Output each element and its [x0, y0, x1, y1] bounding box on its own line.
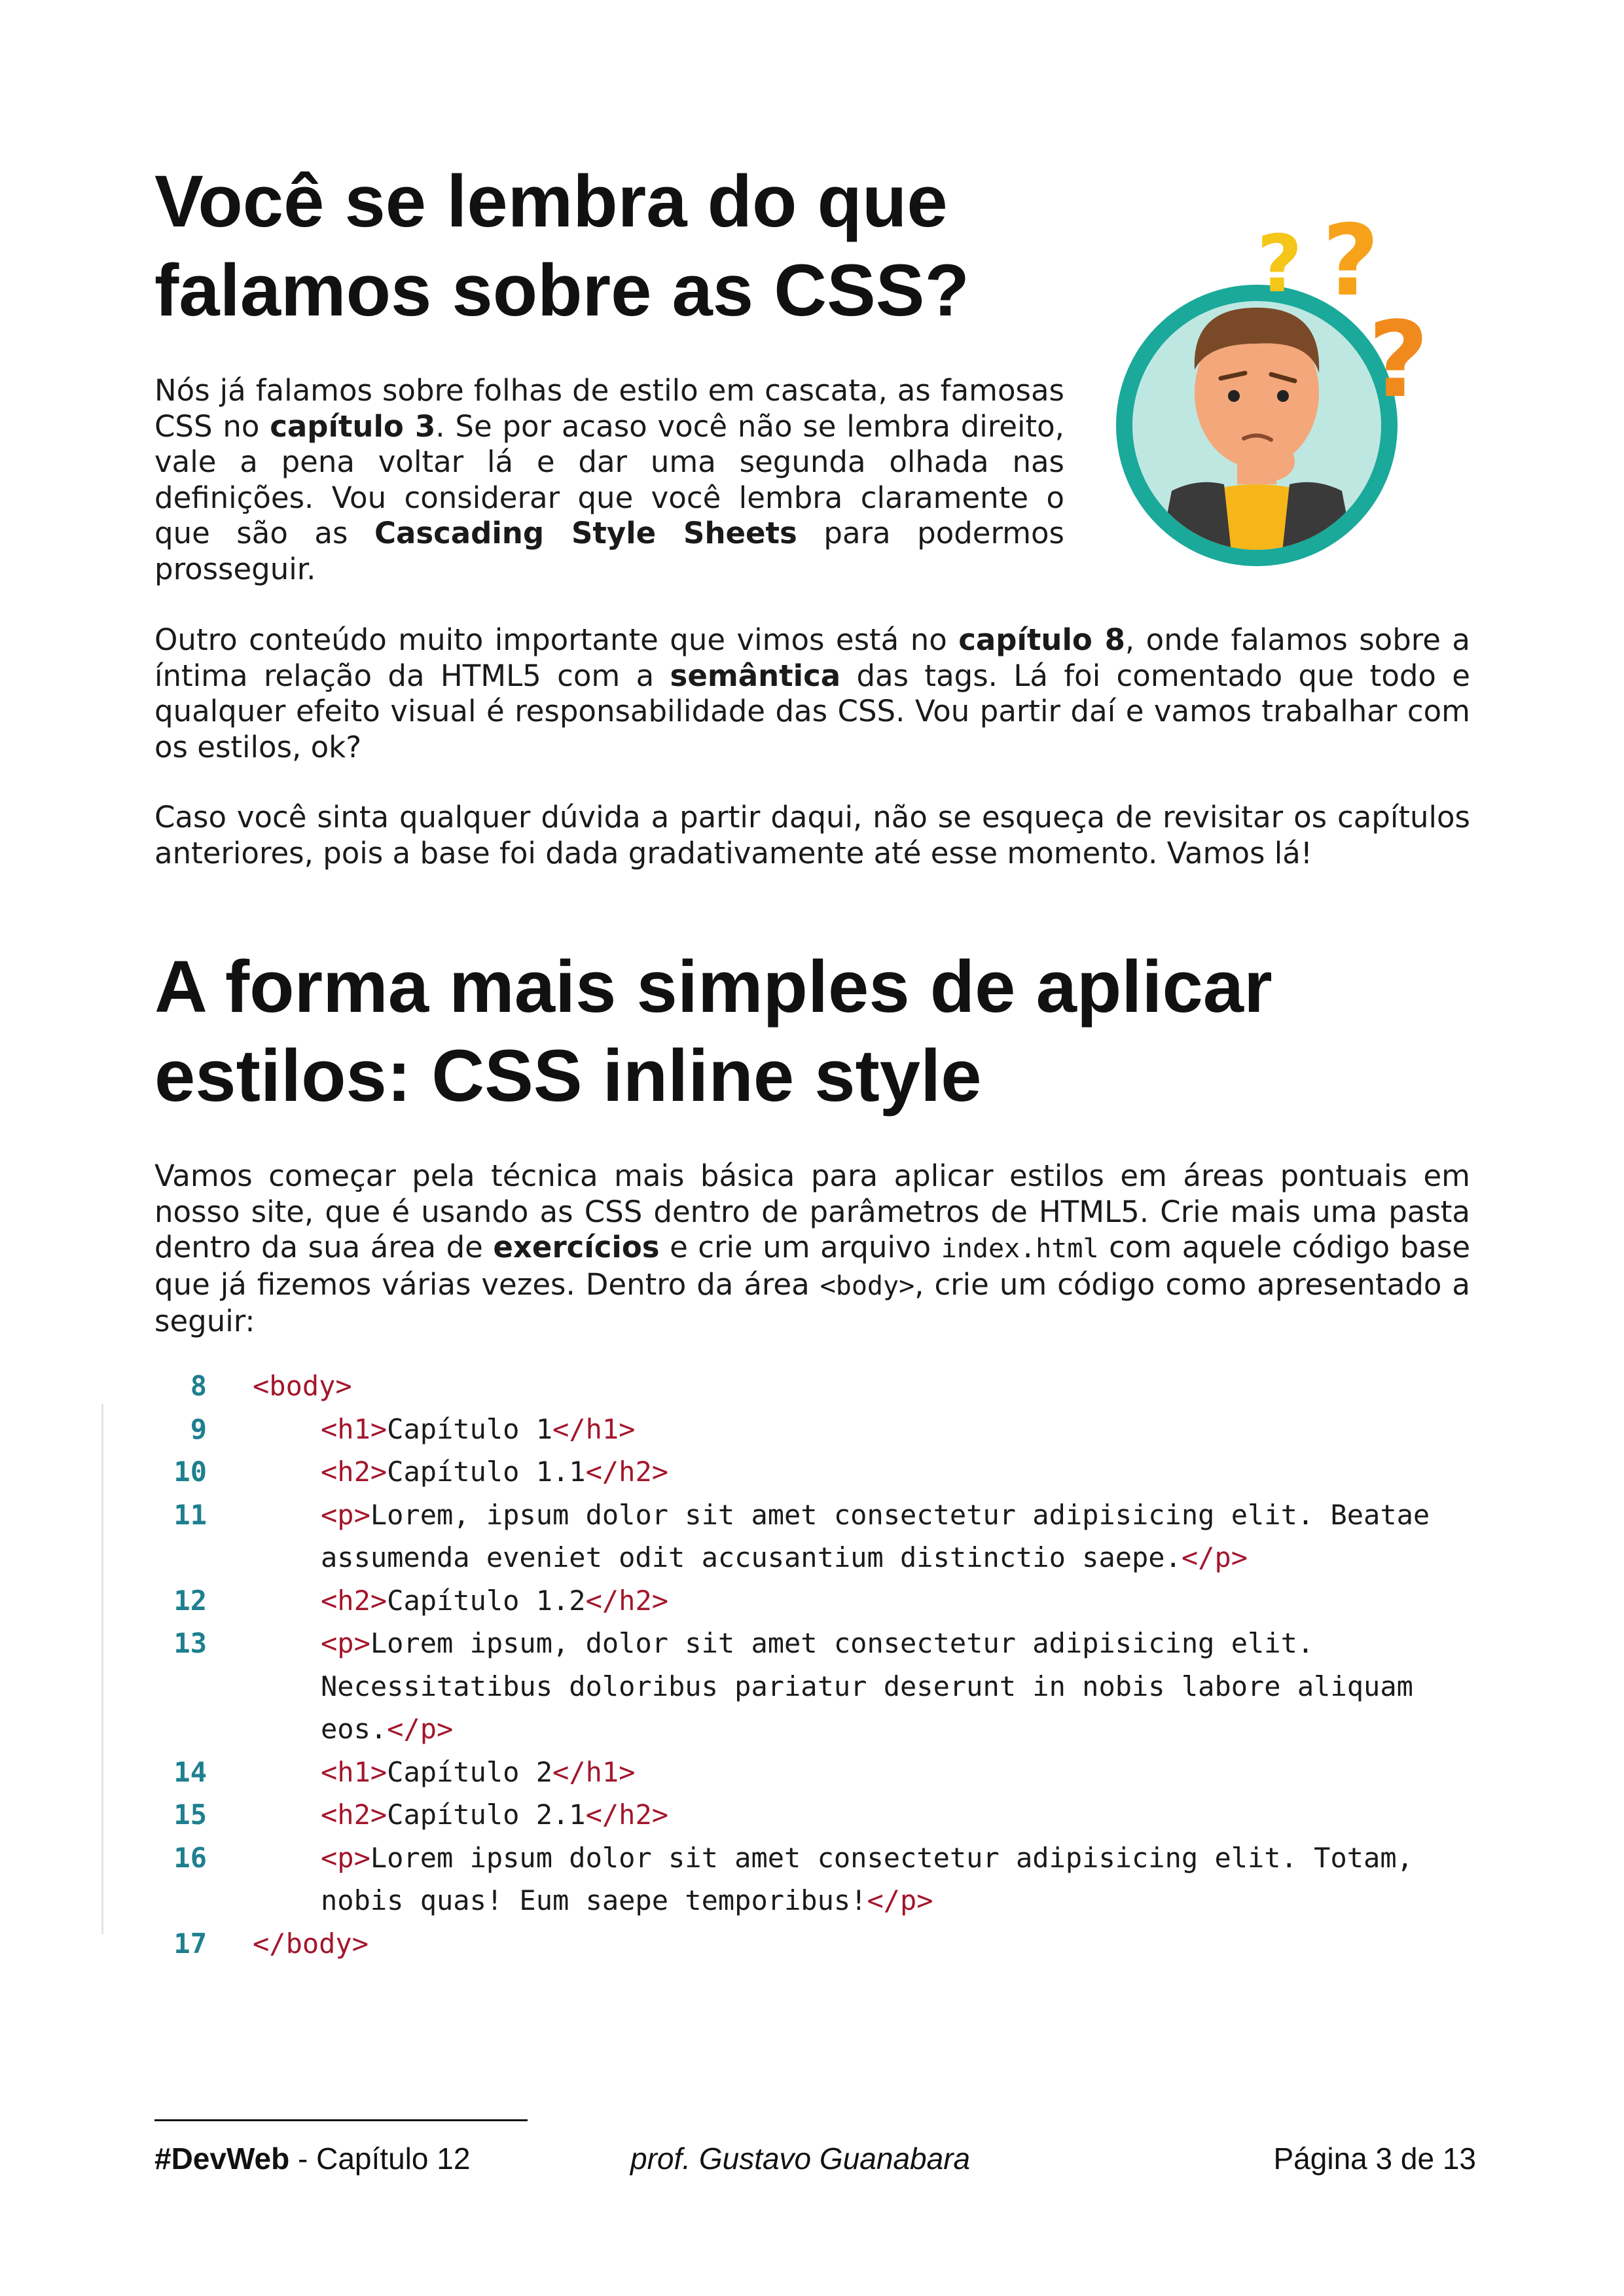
code-tag: <h1>: [321, 1755, 388, 1788]
code-content: <h2>Capítulo 1.2</h2>: [321, 1579, 668, 1623]
code-tag: </h2>: [585, 1456, 669, 1488]
code-line: 15 <h2>Capítulo 2.1</h2>: [154, 1793, 1470, 1837]
indent-guide: [101, 1404, 103, 1934]
code-tag: </p>: [387, 1713, 454, 1745]
line-number: 11: [173, 1498, 207, 1531]
code-content: Necessitatibus doloribus pariatur deseru…: [321, 1665, 1413, 1708]
title-line: estilos: CSS inline style: [154, 1035, 982, 1117]
section-title-css-recap: Você se lembra do que falamos sobre as C…: [154, 157, 969, 335]
code-content: <h1>Capítulo 1</h1>: [321, 1408, 635, 1451]
code-text: Capítulo 2: [387, 1755, 553, 1788]
footer-chapter: - Capítulo 12: [289, 2142, 471, 2176]
line-number: 10: [173, 1456, 207, 1488]
code-content: <body>: [253, 1365, 352, 1408]
code-line: 12 <h2>Capítulo 1.2</h2>: [154, 1579, 1470, 1623]
footer-author: prof. Gustavo Guanabara: [630, 2142, 971, 2176]
code-tag: </p>: [867, 1884, 933, 1916]
code-text: Capítulo 1: [387, 1412, 553, 1445]
code-text: Lorem, ipsum dolor sit amet consectetur …: [370, 1498, 1430, 1531]
code-line: 11 <p>Lorem, ipsum dolor sit amet consect…: [154, 1494, 1470, 1537]
line-number: 14: [173, 1755, 207, 1788]
svg-text:?: ?: [1368, 298, 1429, 421]
code-tag: <p>: [321, 1627, 370, 1659]
line-number: 15: [173, 1799, 207, 1831]
footer-course: #DevWeb - Capítulo 12: [154, 2139, 470, 2178]
code-line: 13 <p>Lorem ipsum, dolor sit amet consect…: [154, 1622, 1470, 1665]
code-tag: <h2>: [321, 1799, 388, 1831]
bold-run: Cascading Style Sheets: [374, 516, 797, 550]
code-tag: <p>: [321, 1841, 370, 1874]
title-line: A forma mais simples de aplicar: [154, 946, 1272, 1028]
svg-text:?: ?: [1257, 219, 1303, 310]
code-text: assumenda eveniet odit accusantium disti…: [321, 1541, 1182, 1573]
code-text: Lorem ipsum dolor sit amet consectetur a…: [370, 1841, 1413, 1874]
code-line: 10 <h2>Capítulo 1.1</h2>: [154, 1450, 1470, 1494]
inline-code: <body>: [820, 1270, 915, 1301]
code-line: Necessitatibus doloribus pariatur deseru…: [154, 1665, 1470, 1708]
paragraph-inline-intro: Vamos começar pela técnica mais básica p…: [154, 1158, 1470, 1340]
title-line: falamos sobre as CSS?: [154, 249, 969, 331]
code-tag: </h2>: [585, 1799, 669, 1831]
code-text: Capítulo 1.1: [387, 1456, 586, 1488]
code-content: <p>Lorem, ipsum dolor sit amet consectet…: [321, 1494, 1430, 1537]
line-number: 13: [173, 1627, 207, 1659]
code-line: eos.</p>: [154, 1708, 1470, 1751]
code-line: 17 </body>: [154, 1922, 1470, 1965]
line-number: 9: [190, 1412, 207, 1445]
code-content: eos.</p>: [321, 1708, 453, 1751]
paragraph-previous-chapters: Caso você sinta qualquer dúvida a partir…: [154, 800, 1470, 870]
code-tag: </p>: [1181, 1541, 1248, 1573]
code-content: <p>Lorem ipsum, dolor sit amet consectet…: [321, 1622, 1314, 1665]
code-line: 16 <p>Lorem ipsum dolor sit amet consecte…: [154, 1837, 1470, 1880]
text-run: e crie um arquivo: [659, 1230, 941, 1265]
code-line: 8 <body>: [154, 1365, 1470, 1408]
code-content: </body>: [253, 1922, 369, 1965]
line-number: 12: [173, 1584, 207, 1617]
footer-brand: #DevWeb: [154, 2142, 290, 2176]
confused-person-icon: ? ? ?: [1116, 209, 1429, 566]
paragraph-semantics: Outro conteúdo muito importante que vimo…: [154, 622, 1470, 765]
bold-run: exercícios: [493, 1230, 660, 1265]
code-text: Capítulo 2.1: [387, 1799, 586, 1831]
footer-rule: [154, 2119, 528, 2121]
line-number: 8: [190, 1370, 207, 1402]
code-text: eos.: [321, 1713, 388, 1745]
code-line: 9 <h1>Capítulo 1</h1>: [154, 1408, 1470, 1451]
code-content: <h1>Capítulo 2</h1>: [321, 1751, 635, 1794]
code-tag: <h2>: [321, 1456, 388, 1488]
code-text: nobis quas! Eum saepe temporibus!: [321, 1884, 867, 1916]
footer-page-number: Página 3 de 13: [1273, 2142, 1477, 2176]
code-text: Necessitatibus doloribus pariatur deseru…: [321, 1670, 1413, 1702]
title-line: Você se lembra do que: [154, 160, 948, 242]
bold-run: capítulo 8: [958, 622, 1125, 657]
code-tag: <h2>: [321, 1584, 388, 1617]
code-tag: </body>: [253, 1927, 369, 1960]
code-text: Lorem ipsum, dolor sit amet consectetur …: [370, 1627, 1314, 1659]
code-content: <h2>Capítulo 2.1</h2>: [321, 1793, 668, 1837]
code-line: assumenda eveniet odit accusantium disti…: [154, 1536, 1470, 1579]
document-page: Você se lembra do que falamos sobre as C…: [0, 0, 1624, 2296]
code-line: 14 <h1>Capítulo 2</h1>: [154, 1751, 1470, 1794]
code-block: 8 <body> 9 <h1>Capítulo 1</h1> 10 <h2>Capítul…: [154, 1365, 1470, 1965]
code-tag: <p>: [321, 1498, 370, 1531]
paragraph-css-recap: Nós já falamos sobre folhas de estilo em…: [154, 373, 1064, 587]
code-tag: </h1>: [552, 1412, 636, 1445]
bold-run: capítulo 3: [270, 408, 436, 444]
code-tag: </h1>: [552, 1755, 636, 1788]
bold-run: semântica: [670, 658, 841, 693]
code-content: assumenda eveniet odit accusantium disti…: [321, 1536, 1248, 1579]
code-content: <p>Lorem ipsum dolor sit amet consectetu…: [321, 1837, 1413, 1880]
code-text: Capítulo 1.2: [387, 1584, 586, 1617]
section-title-inline-style: A forma mais simples de aplicar estilos:…: [154, 942, 1272, 1121]
code-tag: <h1>: [321, 1412, 388, 1445]
line-number: 17: [173, 1927, 207, 1960]
line-number: 16: [173, 1841, 207, 1874]
code-content: <h2>Capítulo 1.1</h2>: [321, 1450, 668, 1494]
text-run: Outro conteúdo muito importante que vimo…: [154, 622, 959, 657]
code-tag: </h2>: [585, 1584, 669, 1617]
code-content: nobis quas! Eum saepe temporibus!</p>: [321, 1879, 933, 1922]
code-tag: <body>: [253, 1370, 352, 1402]
code-line: nobis quas! Eum saepe temporibus!</p>: [154, 1879, 1470, 1922]
inline-code: index.html: [941, 1234, 1099, 1264]
